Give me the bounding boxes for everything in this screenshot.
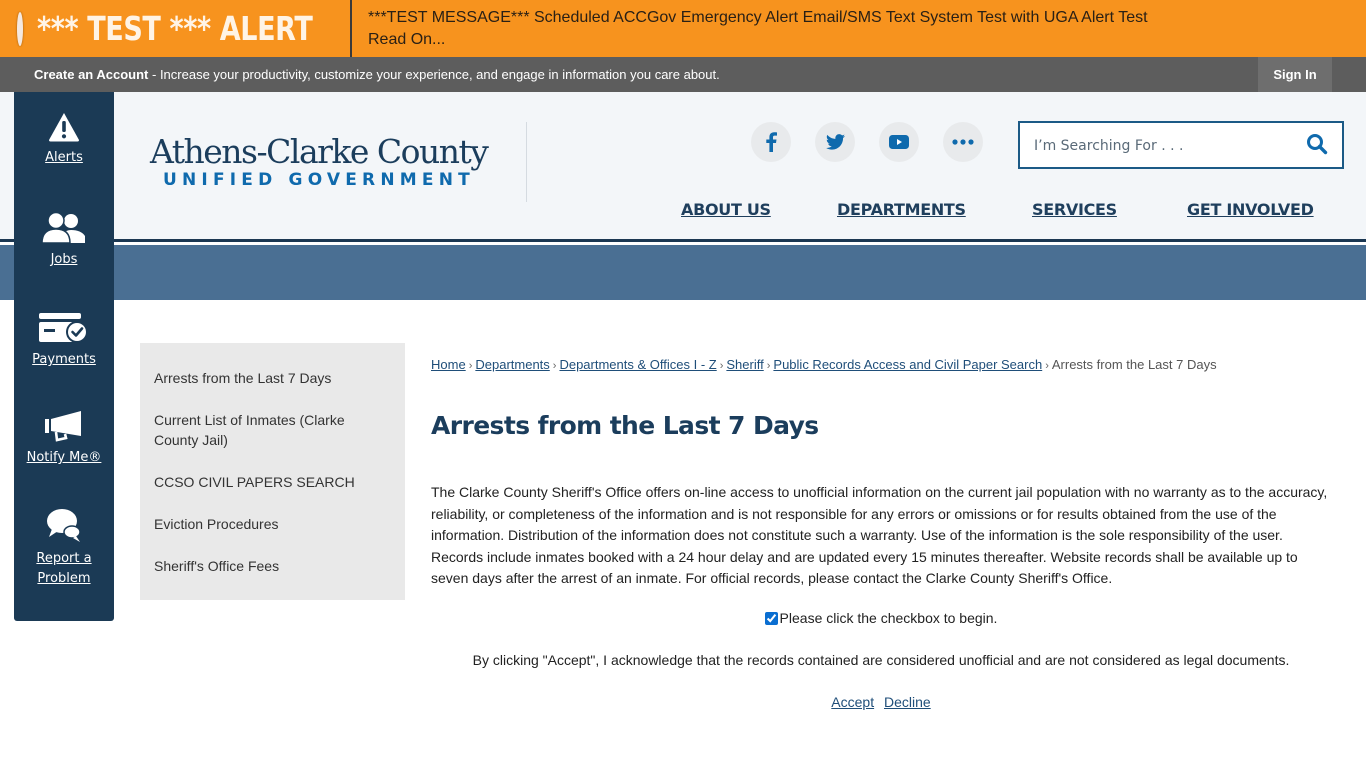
quick-link-alerts[interactable]: Alerts (14, 112, 114, 168)
page-title: Arrests from the Last 7 Days (431, 411, 819, 440)
megaphone-icon (45, 411, 81, 442)
quick-link-label: Jobs (50, 252, 78, 267)
quick-link-report-problem[interactable]: Report a Problem (14, 507, 114, 589)
quick-links-sidebar: Alerts Jobs Payments Notify Me® Report a… (14, 92, 114, 621)
accept-link[interactable]: Accept (831, 694, 874, 710)
sign-in-button[interactable]: Sign In (1258, 57, 1332, 92)
warning-icon (49, 113, 79, 142)
breadcrumb-sheriff[interactable]: Sheriff (726, 357, 763, 372)
acknowledgement-text: By clicking "Accept", I acknowledge that… (472, 652, 1290, 668)
consent-actions: Accept Decline (431, 694, 1331, 710)
account-tagline: - Increase your productivity, customize … (148, 67, 720, 82)
search-icon (1307, 134, 1328, 155)
quick-link-label: Payments (32, 352, 96, 367)
search-button[interactable] (1306, 133, 1330, 157)
alert-message-link[interactable]: ***TEST MESSAGE*** Scheduled ACCGov Emer… (368, 7, 1148, 29)
breadcrumb-separator: › (468, 360, 473, 372)
nav-departments[interactable]: DEPARTMENTS (837, 200, 966, 219)
alert-title: *** TEST *** ALERT (37, 9, 313, 48)
breadcrumb-home[interactable]: Home (431, 357, 466, 372)
twitter-link[interactable] (815, 122, 855, 162)
begin-checkbox[interactable] (764, 612, 778, 625)
header-divider (526, 122, 527, 202)
quick-link-label: Alerts (45, 150, 83, 165)
more-icon (952, 139, 974, 145)
youtube-link[interactable] (879, 122, 919, 162)
facebook-icon (766, 132, 777, 152)
facebook-link[interactable] (751, 122, 791, 162)
account-bar: Create an Account - Increase your produc… (0, 57, 1366, 92)
youtube-icon (889, 135, 909, 149)
logo-sub-text: UNIFIED GOVERNMENT (163, 170, 475, 190)
quick-link-label: Report a Problem (36, 551, 92, 586)
breadcrumb-current: Arrests from the Last 7 Days (1051, 357, 1217, 372)
alert-message: ***TEST MESSAGE*** Scheduled ACCGov Emer… (352, 0, 1148, 57)
alert-read-on-link[interactable]: Read On... (368, 29, 1148, 51)
page-banner (0, 245, 1366, 300)
quick-link-notify-me[interactable]: Notify Me® (14, 410, 114, 468)
quick-link-label: Notify Me® (26, 450, 102, 465)
nav-about-us[interactable]: ABOUT US (681, 200, 771, 219)
disclaimer-text: The Clarke County Sheriff's Office offer… (431, 484, 1328, 586)
alert-heading: *** TEST *** ALERT (0, 0, 352, 57)
decline-link[interactable]: Decline (884, 694, 931, 710)
sidenav-item[interactable]: Arrests from the Last 7 Days (154, 368, 391, 388)
breadcrumb-departments-i-z[interactable]: Departments & Offices I - Z (559, 357, 716, 372)
twitter-icon (825, 134, 845, 150)
begin-checkbox-label[interactable]: Please click the checkbox to begin. (780, 610, 998, 626)
logo-main-text: Athens-Clarke County (150, 132, 489, 171)
breadcrumb-public-records[interactable]: Public Records Access and Civil Paper Se… (773, 357, 1042, 372)
quick-link-payments[interactable]: Payments (14, 312, 114, 370)
search-input[interactable] (1034, 135, 1294, 157)
breadcrumb-separator: › (766, 360, 771, 372)
breadcrumb: Home › Departments › Departments & Offices I… (431, 357, 1217, 372)
sidenav-item[interactable]: Sheriff's Office Fees (154, 556, 391, 576)
breadcrumb-separator: › (1045, 360, 1049, 372)
more-social-button[interactable] (943, 122, 983, 162)
sidenav-item[interactable]: Current List of Inmates (Clarke County J… (154, 410, 391, 450)
payment-card-icon (39, 313, 88, 343)
account-promo: Create an Account - Increase your produc… (34, 67, 720, 82)
sidenav-item[interactable]: Eviction Procedures (154, 514, 391, 534)
breadcrumb-separator: › (552, 360, 557, 372)
breadcrumb-separator: › (719, 360, 724, 372)
breadcrumb-departments[interactable]: Departments (475, 357, 549, 372)
site-logo[interactable]: Athens-Clarke County UNIFIED GOVERNMENT (150, 132, 489, 190)
begin-checkbox-row: Please click the checkbox to begin. (431, 610, 1331, 626)
section-side-nav: Arrests from the Last 7 Days Current Lis… (140, 343, 405, 600)
quick-link-jobs[interactable]: Jobs (14, 212, 114, 270)
chat-bubbles-icon (47, 509, 81, 542)
site-search (1018, 121, 1344, 169)
users-icon (41, 212, 85, 244)
create-account-link[interactable]: Create an Account (34, 67, 148, 82)
nav-services[interactable]: SERVICES (1032, 200, 1117, 219)
alert-beacon-icon (17, 11, 23, 46)
emergency-alert-bar: *** TEST *** ALERT ***TEST MESSAGE*** Sc… (0, 0, 1366, 57)
nav-get-involved[interactable]: GET INVOLVED (1187, 200, 1314, 219)
site-header: Athens-Clarke County UNIFIED GOVERNMENT … (0, 92, 1366, 242)
sidenav-item[interactable]: CCSO CIVIL PAPERS SEARCH (154, 472, 391, 492)
